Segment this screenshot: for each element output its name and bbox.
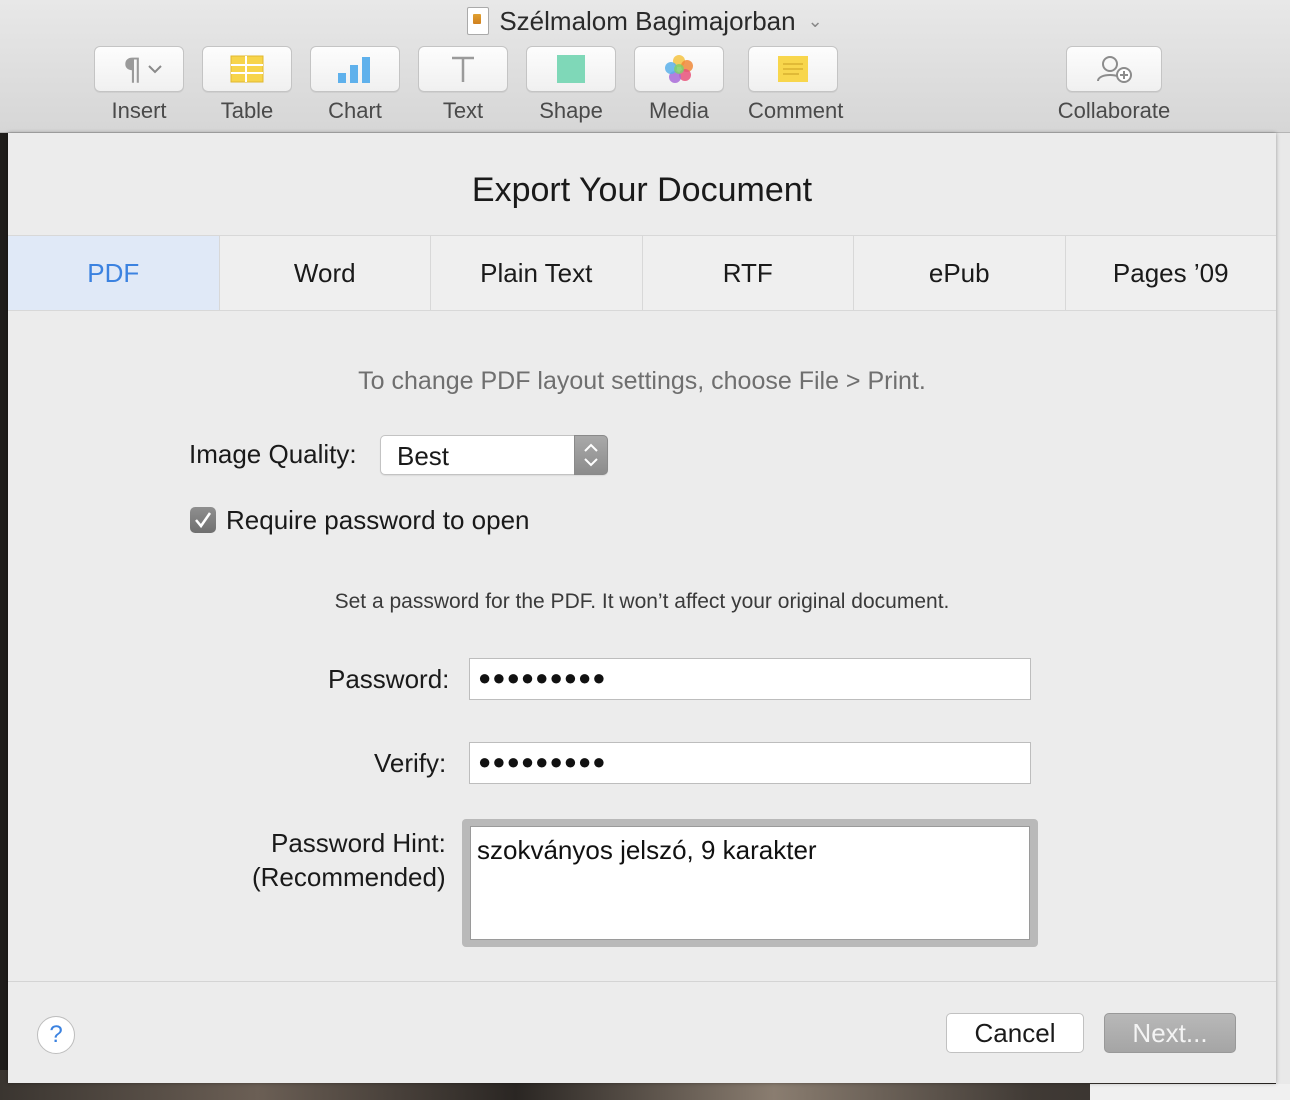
format-tabs: PDF Word Plain Text RTF ePub Pages ’09 [8, 235, 1276, 311]
shape-label: Shape [539, 98, 603, 123]
table-button[interactable] [202, 46, 292, 92]
password-info-text: Set a password for the PDF. It won’t aff… [334, 590, 950, 613]
layout-settings-hint: To change PDF layout settings, choose Fi… [358, 367, 926, 395]
shape-button[interactable] [526, 46, 616, 92]
collaborate-button[interactable] [1066, 46, 1162, 92]
svg-text:¶: ¶ [123, 54, 142, 84]
password-field[interactable]: ●●●●●●●●● [469, 658, 1031, 700]
export-dialog: Export Your Document PDF Word Plain Text… [8, 133, 1276, 1083]
tab-rtf[interactable]: RTF [643, 236, 854, 310]
toolbar-text[interactable]: Text [418, 46, 508, 124]
tab-word[interactable]: Word [220, 236, 431, 310]
image-quality-label: Image Quality: [189, 439, 357, 469]
table-label: Table [220, 98, 274, 123]
tab-pages-09[interactable]: Pages ’09 [1066, 236, 1277, 310]
media-icon [665, 55, 693, 83]
image-quality-select[interactable]: Best [380, 435, 608, 475]
pages-document-icon [467, 7, 490, 35]
title-chevron-down-icon[interactable]: ⌄ [808, 11, 823, 32]
toolbar-comment[interactable]: Comment [748, 46, 844, 124]
comment-icon [778, 56, 808, 82]
paragraph-icon: ¶ [123, 54, 162, 84]
password-hint-value: szokványos jelszó, 9 karakter [477, 835, 817, 865]
media-label: Media [649, 98, 709, 123]
toolbar: Szélmalom Bagimajorban ⌄ ¶ Insert Table [0, 0, 1290, 133]
text-button[interactable] [418, 46, 508, 92]
updown-arrows-icon [574, 435, 608, 475]
toolbar-table[interactable]: Table [202, 46, 292, 124]
cancel-button[interactable]: Cancel [946, 1013, 1084, 1053]
next-button[interactable]: Next... [1104, 1013, 1236, 1053]
password-hint-textarea[interactable]: szokványos jelszó, 9 karakter [470, 826, 1030, 940]
collaborate-label: Collaborate [1057, 98, 1171, 123]
password-hint-focus-ring: szokványos jelszó, 9 karakter [462, 819, 1038, 947]
toolbar-chart[interactable]: Chart [310, 46, 400, 124]
collaborate-icon [1097, 56, 1132, 83]
insert-label: Insert [111, 98, 167, 123]
verify-field[interactable]: ●●●●●●●●● [469, 742, 1031, 784]
footer-divider [8, 981, 1276, 982]
password-value: ●●●●●●●●● [478, 665, 607, 690]
checkmark-icon [195, 512, 212, 529]
tab-pdf[interactable]: PDF [8, 236, 220, 310]
image-quality-value: Best [397, 441, 450, 471]
toolbar-insert[interactable]: ¶ Insert [94, 46, 184, 124]
comment-label: Comment [748, 98, 844, 123]
text-label: Text [442, 98, 484, 123]
text-icon [452, 56, 474, 82]
chart-icon [338, 57, 370, 83]
comment-button[interactable] [748, 46, 838, 92]
media-button[interactable] [634, 46, 724, 92]
shape-icon [557, 55, 585, 83]
verify-label: Verify: [374, 748, 447, 778]
toolbar-shape[interactable]: Shape [526, 46, 616, 124]
verify-value: ●●●●●●●●● [478, 749, 607, 774]
password-label: Password: [328, 664, 450, 694]
chart-label: Chart [328, 98, 382, 123]
background-window-edge [1276, 130, 1290, 1100]
background-window-edge-bottom [1090, 1084, 1290, 1100]
insert-button[interactable]: ¶ [94, 46, 184, 92]
dialog-title: Export Your Document [471, 171, 813, 209]
table-icon [230, 55, 264, 83]
help-button[interactable]: ? [37, 1016, 75, 1054]
require-password-checkbox[interactable] [190, 507, 216, 533]
toolbar-media[interactable]: Media [634, 46, 724, 124]
password-hint-label: Password Hint: [271, 828, 446, 858]
window-title-bar: Szélmalom Bagimajorban ⌄ [0, 4, 1290, 38]
window-title: Szélmalom Bagimajorban [499, 5, 796, 36]
tab-epub[interactable]: ePub [854, 236, 1066, 310]
password-hint-recommended-label: (Recommended) [252, 862, 446, 892]
chart-button[interactable] [310, 46, 400, 92]
tab-plain-text[interactable]: Plain Text [431, 236, 643, 310]
toolbar-collaborate[interactable]: Collaborate [1040, 46, 1188, 124]
require-password-label[interactable]: Require password to open [226, 505, 530, 536]
